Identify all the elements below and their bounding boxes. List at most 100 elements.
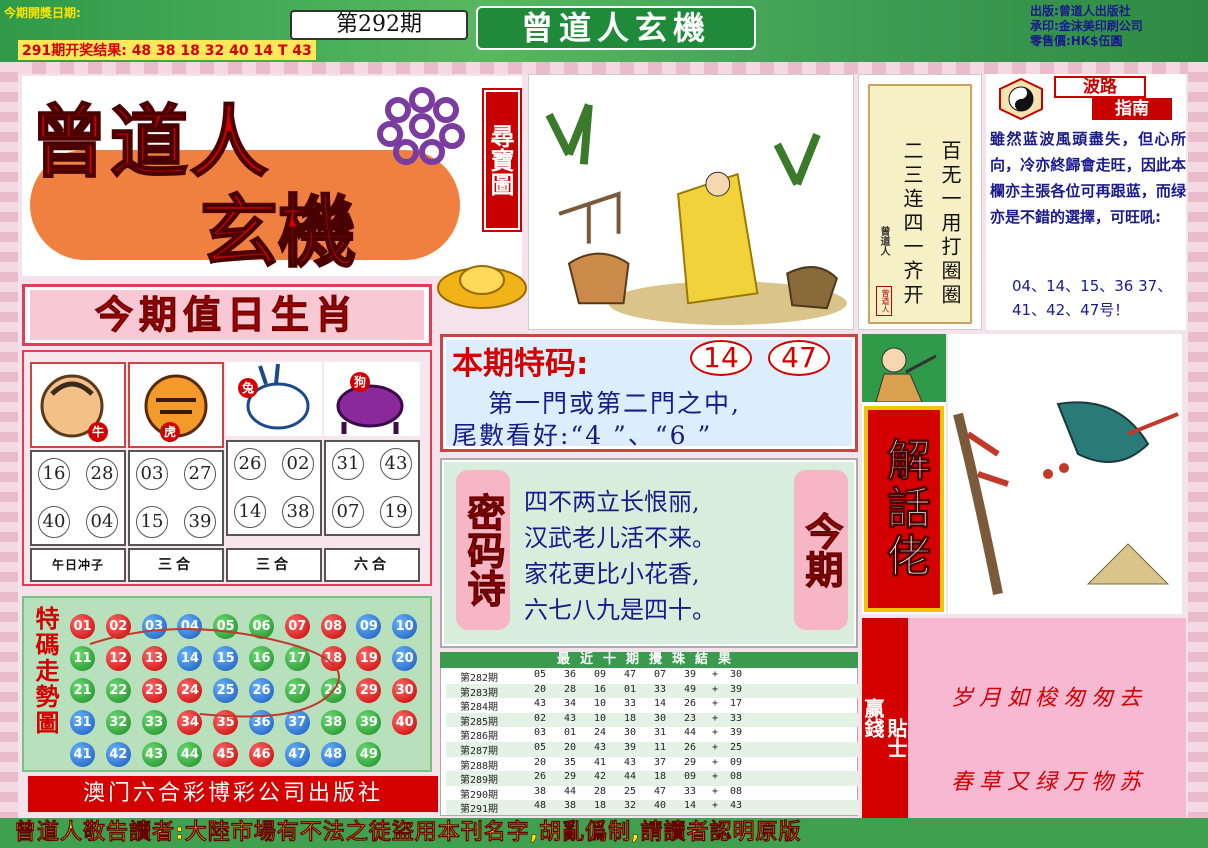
draw-history-plus: + [712, 785, 719, 797]
draw-history-num: 44 [624, 771, 637, 783]
draw-history-num: 14 [684, 800, 697, 812]
draw-history-issue: 第289期 [460, 775, 499, 787]
zodiac-number: 27 [184, 458, 216, 490]
draw-history-num: 33 [654, 683, 667, 695]
draw-history-num: 29 [684, 756, 697, 768]
zodiac-number: 31 [332, 448, 364, 480]
draw-history-num: 20 [534, 683, 547, 695]
draw-history-num: 43 [594, 742, 607, 753]
draw-history-plus: + [712, 742, 719, 753]
printer-line: 承印:金沫美印刷公司 [1030, 19, 1143, 33]
tips-line: 春草又绿万物苏 [950, 770, 1147, 795]
zodiac-number: 02 [282, 448, 314, 480]
draw-history-num: 28 [564, 683, 577, 695]
wave-guide-title: 波路 [1054, 76, 1146, 98]
draw-history-special: 09 [730, 756, 743, 768]
draw-history-row: 第283期 20 28 16 01 33 49 +39 [446, 683, 858, 699]
draw-history-num: 32 [624, 800, 637, 812]
ox-icon [40, 374, 104, 438]
draw-history-num: 26 [534, 771, 547, 783]
zodiac-number: 15 [136, 506, 168, 538]
draw-history-num: 01 [624, 683, 637, 695]
draw-history-num: 38 [564, 800, 577, 812]
draw-history-num: 47 [654, 785, 667, 797]
pheasant-illustration [948, 334, 1182, 614]
draw-history-num: 43 [534, 698, 547, 710]
code-poem-line: 四不两立长恨丽, [524, 488, 700, 516]
zodiac-title: 今期值日生肖 [30, 290, 424, 340]
zodiac-number: 19 [380, 496, 412, 528]
wave-guide-text: 雖然蓝波風頭盡失，但心所向，冷亦終歸會走旺，因此本欄亦主張各位可再跟蓝，而绿亦是… [990, 130, 1186, 226]
draw-history-row: 第286期 03 01 24 30 31 44 +39 [446, 727, 858, 742]
code-poem-line: 六七八九是四十。 [524, 596, 716, 624]
draw-history-row: 第284期 43 34 10 33 14 26 +17 [446, 698, 858, 713]
draw-history-issue: 第290期 [460, 789, 499, 801]
zodiac-tiger-numbers: 03 27 15 39 [128, 450, 224, 546]
draw-history-num: 34 [564, 698, 577, 710]
zodiac-name: 牛 [88, 422, 108, 442]
zodiac-relation-label: 六合 [324, 548, 420, 582]
draw-history-row: 第287期 05 20 43 39 11 26 +25 [446, 742, 858, 757]
poem-column-right: 百无一用打圈圈 [938, 140, 962, 308]
draw-history-title: 最近十期攪珠結果 [440, 652, 858, 668]
tips-label-win: 赢錢 [861, 618, 885, 818]
draw-history-issue: 第282期 [460, 673, 499, 684]
draw-history-num: 48 [534, 800, 547, 812]
draw-history-issue: 第286期 [460, 731, 499, 743]
draw-history-num: 20 [564, 742, 577, 753]
draw-history-issue: 第291期 [460, 804, 499, 816]
zodiac-name: 狗 [350, 372, 370, 392]
draw-history-num: 29 [564, 771, 577, 783]
draw-history-plus: + [712, 712, 719, 724]
trend-curve [89, 628, 340, 718]
zodiac-relation-label: 三合 [128, 548, 224, 582]
draw-history-issue: 第288期 [460, 760, 499, 772]
brand-title: 曾道人玄機 [476, 6, 756, 50]
draw-history-special: 33 [730, 712, 743, 724]
draw-history-num: 41 [594, 756, 607, 768]
draw-history-num: 44 [564, 785, 577, 797]
draw-history-num: 05 [534, 742, 547, 753]
zodiac-number: 03 [136, 458, 168, 490]
draw-history-issue: 第284期 [460, 702, 499, 714]
draw-history-row: 第285期 02 43 10 18 30 23 +33 [446, 712, 858, 728]
zodiac-number: 38 [282, 496, 314, 528]
code-poem-issue-label: 今期 [794, 470, 848, 630]
draw-history-special: 08 [730, 771, 743, 783]
draw-history-special: 17 [730, 698, 743, 710]
zodiac-rabbit-cell: 兔 [226, 362, 322, 436]
logo-title-bottom: 玄機 [199, 186, 357, 279]
draw-history-num: 40 [654, 800, 667, 812]
price-line: 零售價:HK$伍圓 [1030, 34, 1123, 48]
warning-footer: 曾道人敬告讀者:大陸市場有不法之徒盜用本刊名字,胡亂僞制,請讀者認明原版 [0, 818, 1208, 848]
zodiac-number: 43 [380, 448, 412, 480]
draw-history-num: 23 [684, 712, 697, 724]
zodiac-grid: 牛 虎 兔 狗 16 28 40 04 03 27 15 39 26 02 14… [22, 350, 432, 586]
draw-history-num: 43 [624, 756, 637, 768]
sage-illustration [528, 74, 854, 330]
draw-history-plus: + [712, 669, 719, 680]
draw-history-num: 10 [594, 712, 607, 724]
draw-history-row: 第289期 26 29 42 44 18 09 +08 [446, 771, 858, 786]
poem-column-left: 二三连四一齐开 [900, 140, 924, 308]
taiji-icon [999, 78, 1043, 120]
draw-history-num: 02 [534, 712, 547, 724]
draw-history-num: 26 [684, 742, 697, 753]
draw-history-num: 30 [624, 727, 637, 739]
draw-history-num: 42 [594, 771, 607, 783]
draw-history-num: 09 [684, 771, 697, 783]
zodiac-name: 兔 [238, 378, 258, 398]
zodiac-dog-cell: 狗 [324, 362, 420, 436]
draw-history-num: 31 [654, 727, 667, 739]
draw-history-plus: + [712, 800, 719, 812]
draw-history-num: 14 [654, 698, 667, 710]
code-poem-line: 家花更比小花香, [524, 560, 700, 588]
gold-ingot-icon [437, 265, 527, 309]
draw-history-row: 第290期 38 44 28 25 47 33 +08 [446, 786, 858, 801]
draw-history-issue: 第287期 [460, 746, 499, 757]
zodiac-relation-label: 午日冲子 [30, 548, 126, 582]
zodiac-dog-numbers: 31 43 07 19 [324, 440, 420, 536]
draw-history-num: 39 [624, 742, 637, 753]
draw-history-num: 11 [654, 742, 667, 753]
zodiac-number: 26 [234, 448, 266, 480]
